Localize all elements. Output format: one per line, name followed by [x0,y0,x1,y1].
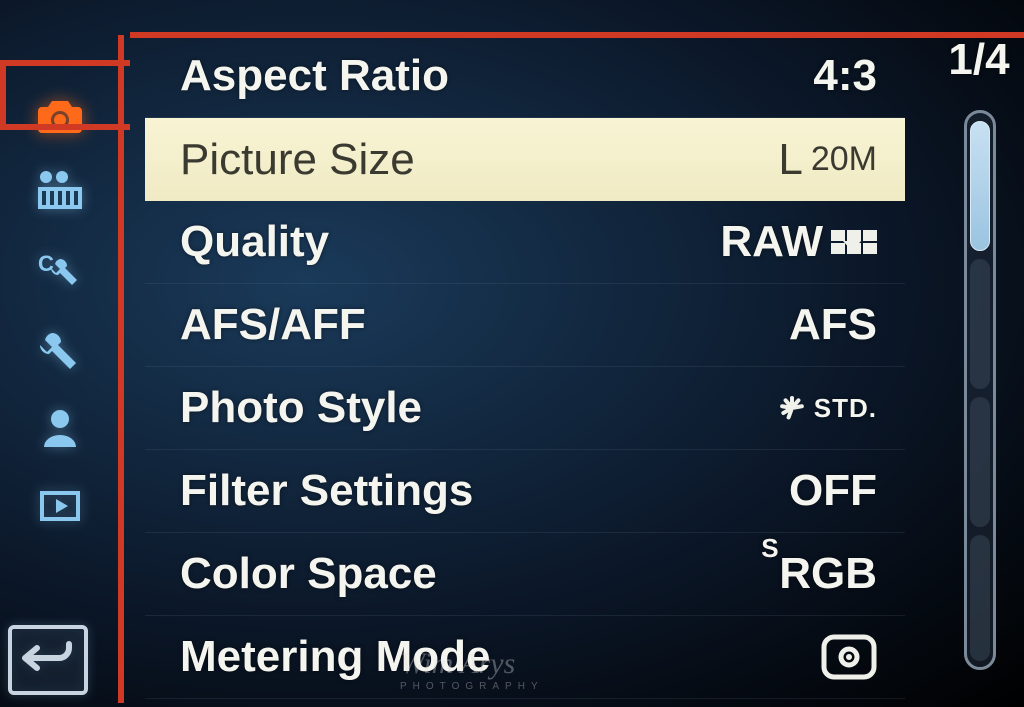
camera-icon [36,93,84,137]
menu-item-value: AFS [789,300,877,350]
menu-item-label: Photo Style [180,383,422,433]
menu-item-value: 4:3 [813,51,877,101]
menu-item-label: Picture Size [180,135,415,185]
page-scrollbar[interactable] [964,110,996,670]
raw-fine-icon [831,230,877,254]
page-indicator: 1/4 [934,35,1024,85]
arrow-down-icon [843,212,861,262]
menu-item-quality[interactable]: Quality RAW [145,201,905,284]
menu-item-afs-aff[interactable]: AFS/AFF AFS [145,284,905,367]
back-button[interactable] [8,625,88,695]
setup-tab[interactable] [30,324,90,374]
menu-item-label: Filter Settings [180,466,473,516]
menu-item-value: RAW [720,217,877,267]
playback-tab[interactable] [30,480,90,530]
menu-item-filter-settings[interactable]: Filter Settings OFF [145,450,905,533]
wrench-c-icon: C [36,249,84,293]
wrench-icon [36,327,84,371]
custom-tab[interactable]: C [30,246,90,296]
motion-picture-tab[interactable] [30,168,90,218]
metering-multi-icon [821,634,877,680]
menu-item-label: AFS/AFF [180,300,366,350]
scrollbar-segment-4 [970,535,990,661]
menu-item-value: L 20M [778,135,877,185]
menu-item-value: OFF [789,466,877,516]
video-icon [36,171,84,215]
menu-item-label: Quality [180,217,329,267]
menu-item-picture-size[interactable]: Picture Size L 20M [145,118,905,201]
menu: Aspect Ratio 4:3 Picture Size L 20M Qual… [145,35,905,703]
menu-item-metering-mode[interactable]: Metering Mode [145,616,905,699]
scrollbar-segment-3 [970,397,990,527]
sidebar: C [0,0,120,707]
menu-item-label: Metering Mode [180,632,490,682]
burst-icon [778,394,806,422]
rec-tab[interactable] [30,90,90,140]
menu-item-value: STD. [778,393,877,424]
menu-item-label: Color Space [180,549,437,599]
scrollbar-segment-2 [970,259,990,389]
scrollbar-segment-1 [970,121,990,251]
person-icon [36,405,84,449]
menu-item-photo-style[interactable]: Photo Style STD. [145,367,905,450]
menu-item-label: Aspect Ratio [180,51,449,101]
menu-item-color-space[interactable]: Color Space S RGB [145,533,905,616]
menu-item-aspect-ratio[interactable]: Aspect Ratio 4:3 [145,35,905,118]
menu-item-value: S RGB [779,549,877,599]
svg-text:C: C [38,251,54,276]
playback-icon [36,483,84,527]
my-menu-tab[interactable] [30,402,90,452]
return-icon [21,638,75,682]
